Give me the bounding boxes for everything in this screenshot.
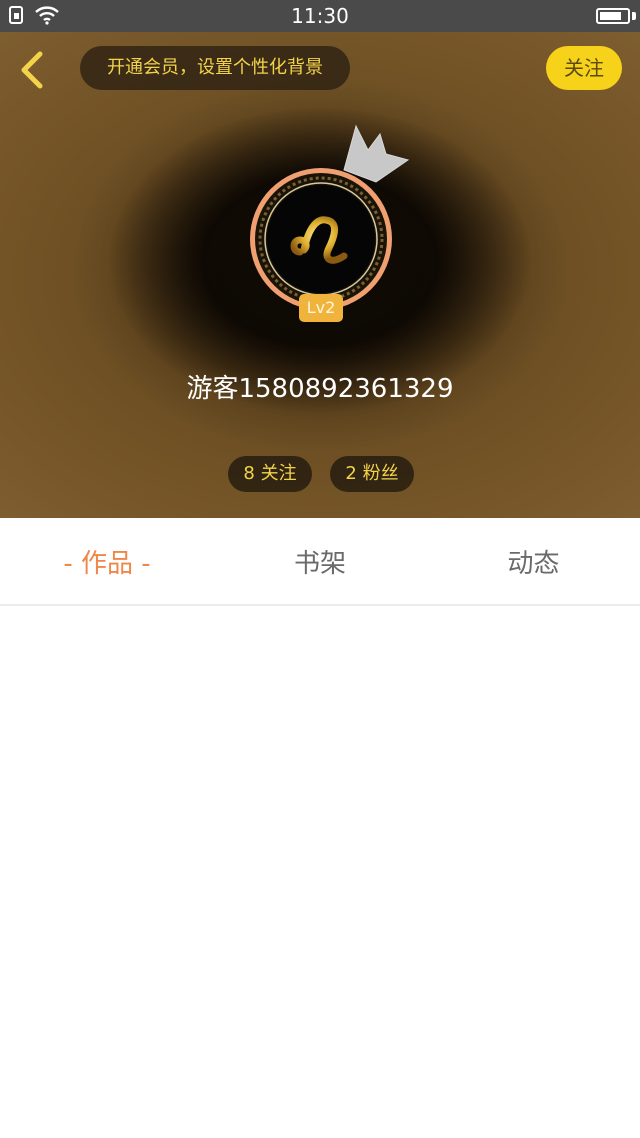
battery-icon — [596, 8, 630, 24]
back-icon — [21, 51, 43, 89]
tab-works[interactable]: - 作品 - — [0, 518, 214, 606]
avatar[interactable] — [248, 166, 394, 312]
status-bar: 11:30 — [0, 0, 640, 32]
battery-level-fill — [600, 12, 621, 20]
fans-count[interactable]: 2 粉丝 — [330, 456, 414, 492]
leo-zodiac-avatar — [250, 168, 392, 310]
tab-dynamic[interactable]: 动态 — [427, 518, 640, 606]
level-badge: Lv2 — [299, 294, 343, 322]
profile-header: 开通会员，设置个性化背景 关注 Lv2 游客1580892361329 8 关注… — [0, 32, 640, 518]
username: 游客1580892361329 — [186, 374, 454, 404]
vip-banner[interactable]: 开通会员，设置个性化背景 — [80, 46, 350, 90]
tab-bar: - 作品 - 书架 动态 — [0, 518, 640, 606]
tab-bookshelf[interactable]: 书架 — [213, 518, 427, 606]
back-button[interactable] — [14, 48, 54, 92]
follow-button[interactable]: 关注 — [546, 46, 622, 90]
battery-tip — [632, 12, 636, 20]
following-count[interactable]: 8 关注 — [228, 456, 312, 492]
status-time: 11:30 — [291, 4, 349, 28]
works-content — [0, 606, 640, 1138]
